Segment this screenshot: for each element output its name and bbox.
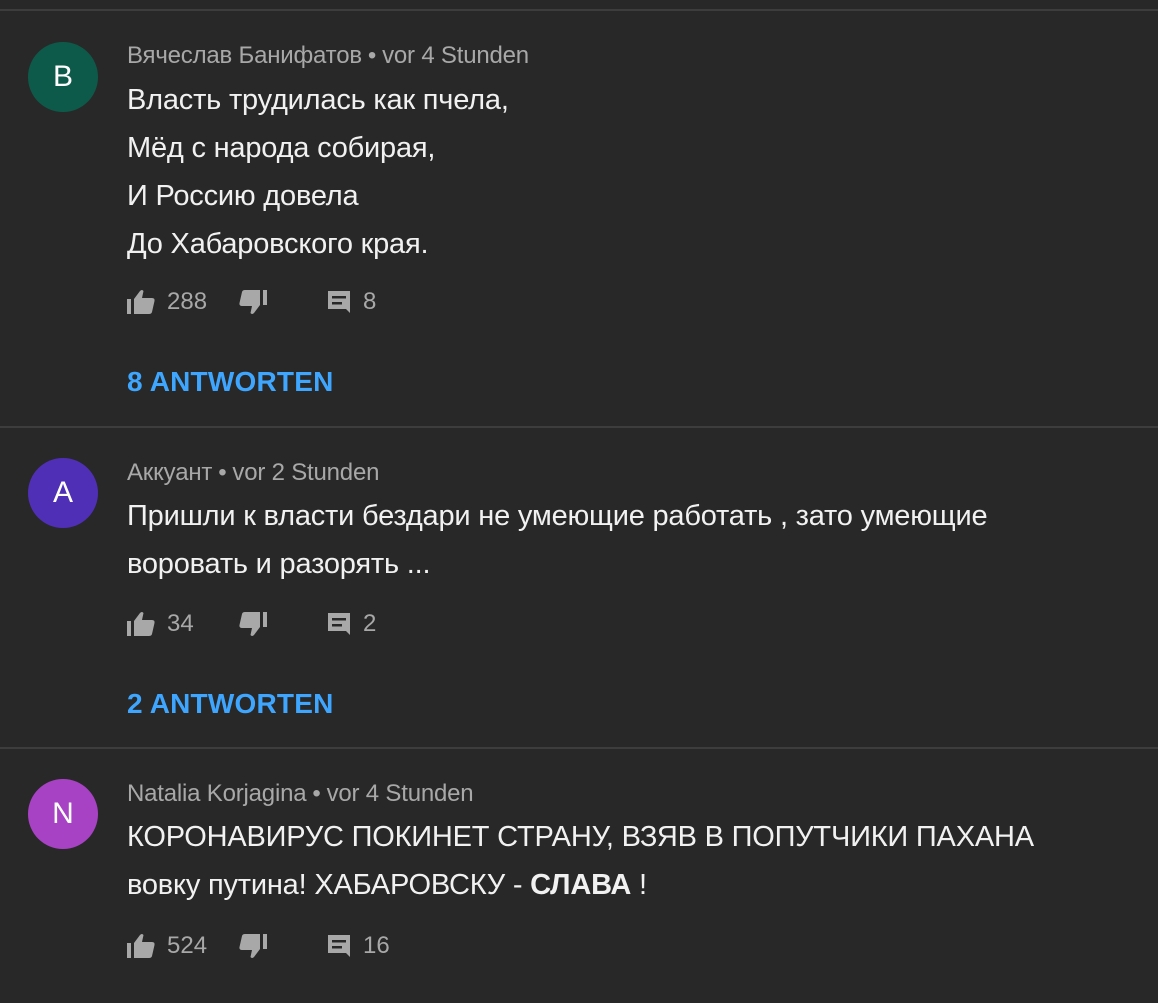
reply-button[interactable]: 2 [327,607,376,641]
author-name[interactable]: Natalia Korjagina [127,780,307,807]
view-replies-button[interactable]: 2 ANTWORTEN [127,688,334,720]
divider [0,9,1158,11]
timestamp: vor 4 Stunden [326,780,474,807]
avatar[interactable]: N [28,779,98,849]
reply-count: 16 [363,932,390,959]
comment-line: До Хабаровского края. [127,228,429,260]
comment-line: Власть трудилась как пчела, [127,84,509,116]
author-name[interactable]: Аккуант [127,459,212,486]
comment-line: КОРОНАВИРУС ПОКИНЕТ СТРАНУ, ВЗЯВ В ПОПУТ… [127,821,1034,853]
divider [0,426,1158,428]
dislike-button[interactable] [239,285,267,319]
comment-text: Пришли к власти бездари не умеющие работ… [127,492,1127,588]
comment-meta: Аккуант • vor 2 Stunden [127,459,379,487]
timestamp: vor 2 Stunden [232,459,380,486]
thumbs-down-icon [239,289,267,315]
meta-separator: • [312,780,321,807]
comment-text: Власть трудилась как пчела, Мёд с народа… [127,76,1127,268]
avatar[interactable]: A [28,458,98,528]
comment-text: КОРОНАВИРУС ПОКИНЕТ СТРАНУ, ВЗЯВ В ПОПУТ… [127,813,1127,909]
view-replies-button[interactable]: 8 ANTWORTEN [127,366,334,398]
like-button[interactable]: 524 [127,929,207,963]
comment-line: Пришли к власти бездари не умеющие работ… [127,500,988,532]
comment-line: воровать и разорять ... [127,548,431,580]
comment-bold-text: СЛАВА [530,869,632,901]
reply-button[interactable]: 8 [327,285,376,319]
avatar[interactable]: B [28,42,98,112]
timestamp: vor 4 Stunden [382,42,529,69]
thumbs-up-icon [127,289,155,315]
comment-meta: Natalia Korjagina • vor 4 Stunden [127,780,474,808]
comments-page: B Вячеслав Банифатов • vor 4 Stunden Власт… [0,0,1158,1003]
dislike-button[interactable] [239,607,267,641]
divider [0,747,1158,749]
like-button[interactable]: 288 [127,285,207,319]
reply-count: 8 [363,288,377,315]
comment-meta: Вячеслав Банифатов • vor 4 Stunden [127,42,529,70]
meta-separator: • [218,459,227,486]
comment-text-part: ! [631,869,647,901]
comment-icon [327,289,351,315]
thumbs-down-icon [239,933,267,959]
thumbs-up-icon [127,933,155,959]
thumbs-up-icon [127,611,155,637]
reply-count: 2 [363,610,377,637]
thumbs-down-icon [239,611,267,637]
reply-button[interactable]: 16 [327,929,390,963]
comment-icon [327,611,351,637]
meta-separator: • [367,42,377,69]
like-button[interactable]: 34 [127,607,194,641]
like-count: 34 [167,610,194,637]
like-count: 524 [167,932,208,959]
comment-line: И Россию довела [127,180,359,212]
comment-line: Мёд с народа собирая, [127,132,436,164]
like-count: 288 [167,288,208,315]
comment-text-part: вовку путина! ХАБАРОВСКУ - [127,869,531,901]
comment-line: вовку путина! ХАБАРОВСКУ - СЛАВА ! [127,861,1127,909]
author-name[interactable]: Вячеслав Банифатов [127,42,362,69]
comment-icon [327,933,351,959]
dislike-button[interactable] [239,929,267,963]
